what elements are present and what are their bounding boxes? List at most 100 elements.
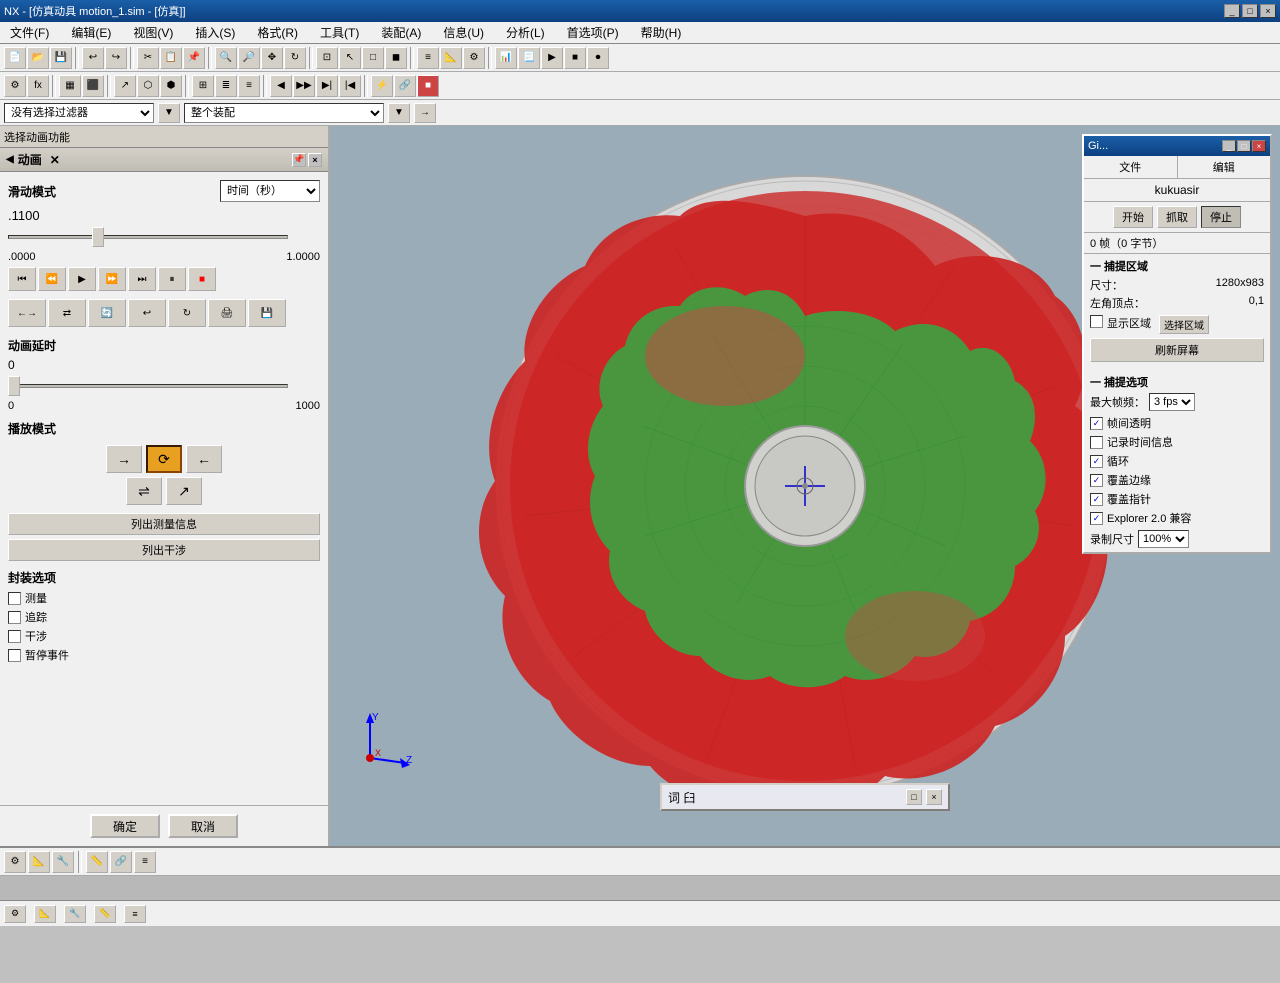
- tb-play[interactable]: ▶: [541, 47, 563, 69]
- cb-measure-box[interactable]: [8, 592, 21, 605]
- tb-paste[interactable]: 📌: [183, 47, 205, 69]
- tb2-btn4[interactable]: ⬛: [82, 75, 104, 97]
- tb-undo[interactable]: ↩: [82, 47, 104, 69]
- play-btn[interactable]: ▶: [68, 267, 96, 291]
- rp-fps-select[interactable]: 3 fps: [1149, 393, 1195, 411]
- rp-cb-time-info-box[interactable]: [1090, 436, 1103, 449]
- tb2-btn17[interactable]: ■: [417, 75, 439, 97]
- rp-cb-cover-edge-box[interactable]: [1090, 474, 1103, 487]
- skip-to-end-btn[interactable]: ⏭: [128, 267, 156, 291]
- rp-cb-loop-box[interactable]: [1090, 455, 1103, 468]
- tb2-btn2[interactable]: fx: [27, 75, 49, 97]
- output-measurements-btn[interactable]: 列出测量信息: [8, 513, 320, 535]
- tb-copy[interactable]: 📋: [160, 47, 182, 69]
- tb-analysis[interactable]: 📊: [495, 47, 517, 69]
- mode-pingpong-btn[interactable]: ⇌: [126, 477, 162, 505]
- skip-to-start-btn[interactable]: ⏮: [8, 267, 36, 291]
- panel-close-x[interactable]: ✕: [50, 153, 60, 167]
- delay-thumb[interactable]: [8, 376, 20, 396]
- cancel-btn[interactable]: 取消: [168, 814, 238, 838]
- assembly-dropdown[interactable]: 整个装配: [184, 103, 384, 123]
- tb-layer[interactable]: ≡: [417, 47, 439, 69]
- mode-forward-btn[interactable]: →: [106, 445, 142, 473]
- bt-btn2[interactable]: 📐: [28, 851, 50, 873]
- prev-frame-btn[interactable]: ⏪: [38, 267, 66, 291]
- tb2-btn1[interactable]: ⚙: [4, 75, 26, 97]
- next-frame-btn[interactable]: ⏩: [98, 267, 126, 291]
- sb-btn5[interactable]: ≡: [124, 905, 146, 923]
- tb2-btn10[interactable]: ≡: [238, 75, 260, 97]
- output-interference-btn[interactable]: 列出干涉: [8, 539, 320, 561]
- cb-trace-box[interactable]: [8, 611, 21, 624]
- rp-close[interactable]: ×: [1252, 140, 1266, 152]
- filter-btn[interactable]: ▼: [158, 103, 180, 123]
- maximize-button[interactable]: □: [1242, 4, 1258, 18]
- rp-refresh-btn[interactable]: 刷新屏幕: [1090, 338, 1264, 362]
- tb-shade[interactable]: ◼: [385, 47, 407, 69]
- tb-stop[interactable]: ■: [564, 47, 586, 69]
- tb-redo[interactable]: ↪: [105, 47, 127, 69]
- panel-close-btn[interactable]: ×: [308, 153, 322, 167]
- cb-pause-box[interactable]: [8, 649, 21, 662]
- sb-btn3[interactable]: 🔧: [64, 905, 86, 923]
- panel-pin-btn[interactable]: 📌: [292, 153, 306, 167]
- tb-select[interactable]: ↖: [339, 47, 361, 69]
- tb2-btn9[interactable]: ≣: [215, 75, 237, 97]
- tb2-btn6[interactable]: ⬡: [137, 75, 159, 97]
- tb-settings[interactable]: ⚙: [463, 47, 485, 69]
- tb2-btn11[interactable]: ◀: [270, 75, 292, 97]
- tb-new[interactable]: 📄: [4, 47, 26, 69]
- minimize-button[interactable]: _: [1224, 4, 1240, 18]
- tb-zoom-out[interactable]: 🔎: [238, 47, 260, 69]
- menu-info[interactable]: 信息(U): [437, 22, 490, 43]
- mode-reverse-btn[interactable]: ←: [186, 445, 222, 473]
- tb2-btn15[interactable]: ⚡: [371, 75, 393, 97]
- panel-collapse-icon[interactable]: ◀: [6, 154, 14, 165]
- tb-fit[interactable]: ⊡: [316, 47, 338, 69]
- bt-btn6[interactable]: ≡: [134, 851, 156, 873]
- tb2-btn14[interactable]: |◀: [339, 75, 361, 97]
- sb-btn2[interactable]: 📐: [34, 905, 56, 923]
- rp-menu-file[interactable]: 文件: [1084, 156, 1178, 178]
- menu-tools[interactable]: 工具(T): [314, 22, 365, 43]
- close-button[interactable]: ×: [1260, 4, 1276, 18]
- tb-measure[interactable]: 📐: [440, 47, 462, 69]
- word-bar-close[interactable]: ×: [926, 789, 942, 805]
- word-bar-icon1[interactable]: □: [906, 789, 922, 805]
- tb-cut[interactable]: ✂: [137, 47, 159, 69]
- mode-once-btn[interactable]: ↗: [166, 477, 202, 505]
- rp-cb-explorer-box[interactable]: [1090, 512, 1103, 525]
- tb-wire[interactable]: □: [362, 47, 384, 69]
- extra-btn-6[interactable]: 🖨: [208, 299, 246, 327]
- menu-preferences[interactable]: 首选项(P): [561, 22, 625, 43]
- tb2-btn7[interactable]: ⬢: [160, 75, 182, 97]
- extra-btn-2[interactable]: ⇄: [48, 299, 86, 327]
- time-unit-select[interactable]: 时间（秒）: [220, 180, 320, 202]
- tb-save[interactable]: 💾: [50, 47, 72, 69]
- tb2-btn12[interactable]: ▶▶: [293, 75, 315, 97]
- rp-record-size-select[interactable]: 100%: [1138, 530, 1189, 548]
- tb2-btn3[interactable]: ▦: [59, 75, 81, 97]
- rp-start-btn[interactable]: 开始: [1113, 206, 1153, 228]
- menu-analysis[interactable]: 分析(L): [500, 22, 551, 43]
- tb-rotate[interactable]: ↻: [284, 47, 306, 69]
- rp-show-area-cb[interactable]: [1090, 315, 1103, 328]
- extra-btn-7[interactable]: 💾: [248, 299, 286, 327]
- rp-cb-frame-trans-box[interactable]: [1090, 417, 1103, 430]
- tb2-btn5[interactable]: ↗: [114, 75, 136, 97]
- rp-cb-cover-cursor-box[interactable]: [1090, 493, 1103, 506]
- tb-pan[interactable]: ✥: [261, 47, 283, 69]
- tb-rec[interactable]: ⏺: [587, 47, 609, 69]
- tb2-btn13[interactable]: ▶|: [316, 75, 338, 97]
- menu-format[interactable]: 格式(R): [251, 22, 304, 43]
- extra-btn-3[interactable]: 🔄: [88, 299, 126, 327]
- viewport[interactable]: Y Z X 词 臼 □ × Gi... _ □ ×: [330, 126, 1280, 846]
- menu-insert[interactable]: 插入(S): [189, 22, 241, 43]
- tb-zoom-in[interactable]: 🔍: [215, 47, 237, 69]
- menu-view[interactable]: 视图(V): [127, 22, 179, 43]
- addr-go[interactable]: →: [414, 103, 436, 123]
- cb-interference-box[interactable]: [8, 630, 21, 643]
- rp-stop-btn[interactable]: 停止: [1201, 206, 1241, 228]
- tb-report[interactable]: 📃: [518, 47, 540, 69]
- extra-btn-5[interactable]: ↻: [168, 299, 206, 327]
